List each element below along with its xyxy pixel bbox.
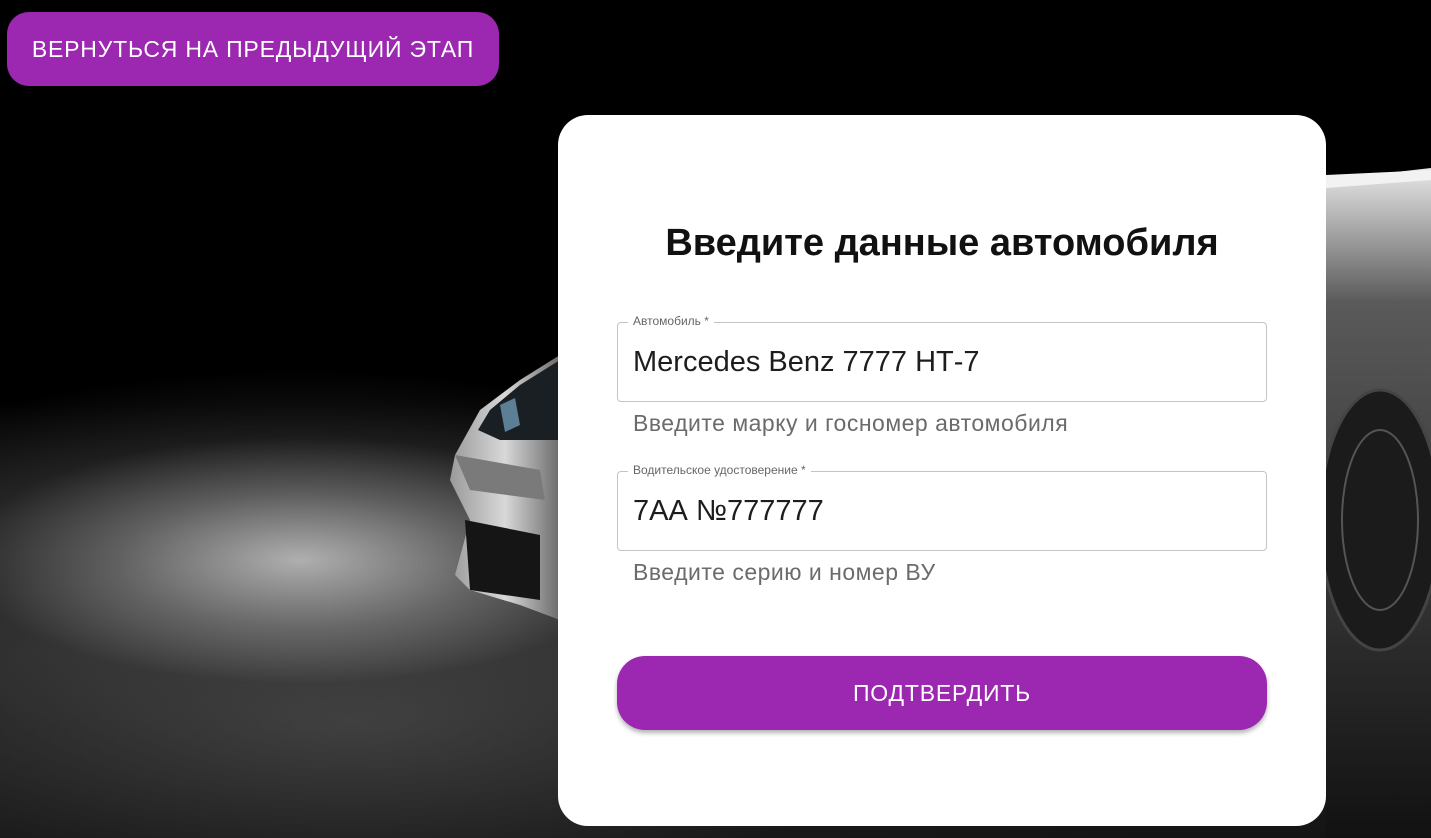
car-helper-text: Введите марку и госномер автомобиля <box>633 410 1069 436</box>
car-field[interactable]: Автомобиль * <box>617 314 1267 402</box>
page: ВЕРНУТЬСЯ НА ПРЕДЫДУЩИЙ ЭТАП Введите дан… <box>0 0 1431 838</box>
form-title: Введите данные автомобиля <box>665 222 1219 264</box>
car-input[interactable] <box>633 323 1253 401</box>
license-helper-text: Введите серию и номер ВУ <box>633 559 936 585</box>
license-field[interactable]: Водительское удостоверение * <box>617 463 1267 551</box>
license-input[interactable] <box>633 472 1253 550</box>
confirm-button[interactable]: ПОДТВЕРДИТЬ <box>617 656 1267 730</box>
back-to-previous-step-button[interactable]: ВЕРНУТЬСЯ НА ПРЕДЫДУЩИЙ ЭТАП <box>7 12 499 86</box>
